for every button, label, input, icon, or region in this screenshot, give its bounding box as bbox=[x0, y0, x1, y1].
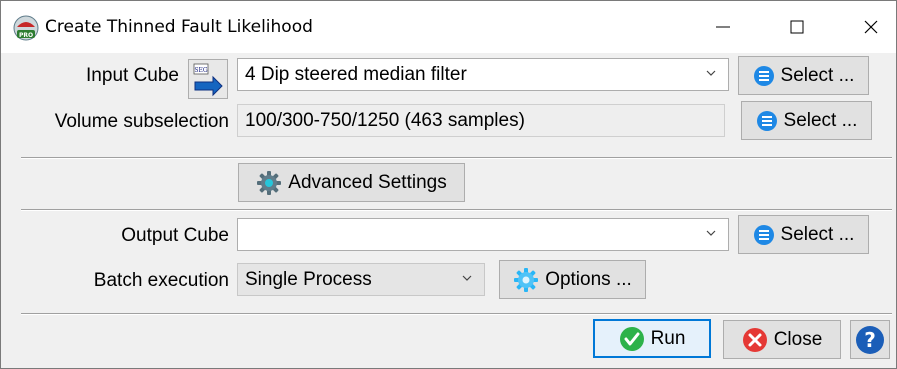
help-symbol: ? bbox=[864, 328, 876, 352]
close-label: Close bbox=[773, 328, 823, 350]
batch-execution-value: Single Process bbox=[245, 268, 372, 290]
close-button[interactable]: Close bbox=[723, 320, 841, 359]
gear-icon bbox=[514, 267, 539, 292]
separator bbox=[21, 157, 892, 159]
close-window-button[interactable] bbox=[841, 1, 897, 53]
help-icon: ? bbox=[856, 325, 884, 354]
batch-execution-label: Batch execution bbox=[93, 270, 229, 291]
checkmark-icon bbox=[619, 326, 644, 351]
input-select-label: Select ... bbox=[780, 64, 855, 86]
minimize-button[interactable] bbox=[693, 1, 753, 53]
batch-options-button[interactable]: Options ... bbox=[499, 260, 646, 299]
input-cube-combo[interactable]: 4 Dip steered median filter bbox=[237, 58, 729, 91]
chevron-down-icon bbox=[706, 70, 716, 76]
seg-y-arrow-icon: SEG bbox=[193, 63, 223, 97]
input-cube-label: Input Cube bbox=[86, 65, 179, 86]
chevron-down-icon bbox=[462, 275, 472, 281]
svg-text:SEG: SEG bbox=[194, 67, 207, 74]
separator bbox=[21, 209, 892, 211]
separator bbox=[21, 313, 892, 315]
run-button[interactable]: Run bbox=[593, 319, 711, 358]
opendtect-pro-app-icon: PRO bbox=[13, 15, 39, 41]
dialog-window: PRO Create Thinned Fault Likelihood Inpu… bbox=[0, 0, 897, 369]
maximize-icon bbox=[790, 20, 804, 34]
volume-subselection-value: 100/300-750/1250 (463 samples) bbox=[245, 109, 525, 131]
volume-select-label: Select ... bbox=[783, 109, 858, 131]
minimize-icon bbox=[716, 26, 730, 28]
seg-y-import-button[interactable]: SEG bbox=[188, 59, 228, 99]
output-cube-combo[interactable] bbox=[237, 218, 729, 251]
output-select-label: Select ... bbox=[780, 223, 855, 245]
title-bar[interactable]: PRO Create Thinned Fault Likelihood bbox=[1, 1, 896, 53]
window-title: Create Thinned Fault Likelihood bbox=[45, 17, 313, 37]
svg-text:PRO: PRO bbox=[19, 32, 33, 39]
input-select-button[interactable]: Select ... bbox=[738, 56, 869, 95]
chevron-down-icon bbox=[706, 230, 716, 236]
output-select-button[interactable]: Select ... bbox=[738, 215, 869, 254]
batch-execution-combo[interactable]: Single Process bbox=[237, 263, 485, 296]
volume-select-button[interactable]: Select ... bbox=[741, 101, 872, 140]
help-button[interactable]: ? bbox=[850, 320, 890, 359]
input-cube-value: 4 Dip steered median filter bbox=[245, 63, 467, 85]
maximize-button[interactable] bbox=[767, 1, 827, 53]
close-x-icon bbox=[742, 327, 767, 352]
advanced-settings-label: Advanced Settings bbox=[288, 171, 447, 193]
output-cube-label: Output Cube bbox=[121, 225, 229, 246]
advanced-settings-button[interactable]: Advanced Settings bbox=[238, 163, 465, 202]
list-icon bbox=[753, 65, 774, 86]
list-icon bbox=[756, 110, 777, 131]
run-label: Run bbox=[650, 327, 686, 349]
batch-options-label: Options ... bbox=[545, 268, 632, 290]
volume-subselection-field: 100/300-750/1250 (463 samples) bbox=[237, 104, 725, 137]
gear-icon bbox=[257, 170, 282, 195]
volume-subselection-label: Volume subselection bbox=[54, 111, 229, 132]
close-icon bbox=[864, 20, 878, 34]
list-icon bbox=[753, 224, 774, 245]
